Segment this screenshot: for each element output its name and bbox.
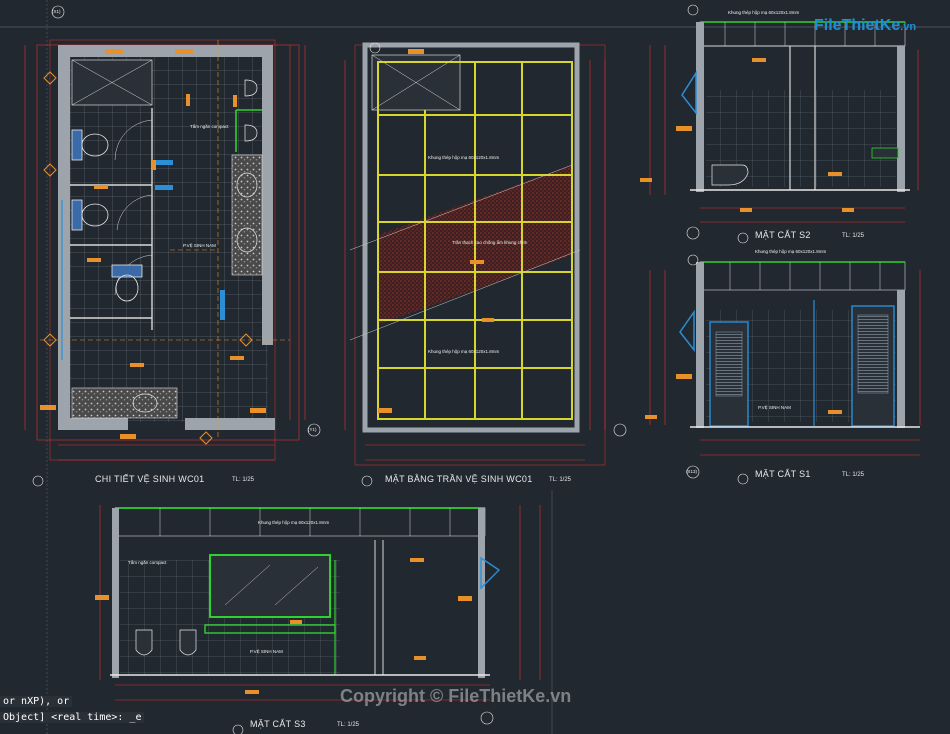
ceiling-plan[interactable] <box>344 42 627 487</box>
title-section-s1: MẶT CẮT S1 <box>755 469 811 479</box>
filethietke-logo: FileThietKe.vn <box>808 12 926 42</box>
note-partition: Tấm ngăn compact <box>190 124 229 129</box>
grid-label-x13: (X13) <box>686 469 698 474</box>
title-section-s3: MẶT CẮT S3 <box>250 719 306 729</box>
logo-text: FileThietKe <box>814 17 901 34</box>
note-pvc-plan: P.VỆ SINH NAM <box>183 243 216 248</box>
note-partition-s3: Tấm ngăn compact <box>128 560 167 565</box>
grid-label-x1: (X1) <box>52 9 61 14</box>
command-prompt[interactable]: Object] <real time>: _e <box>0 712 145 723</box>
note-ceiling-plaster: Trần thạch cao chống ẩm khung chìm <box>452 240 528 245</box>
note-frame-top: Khung thép hộp mạ 60x120x1.8mm <box>428 155 500 160</box>
logo-suffix: .vn <box>900 21 917 33</box>
command-history-line: or nXP), or <box>0 696 73 707</box>
title-wc01-detail: CHI TIẾT VỆ SINH WC01 <box>95 474 205 484</box>
scale-section-s1: TL: 1/25 <box>842 472 865 478</box>
section-s1[interactable] <box>645 254 921 485</box>
scale-wc01-detail: TL: 1/25 <box>232 477 255 483</box>
note-pvc-s3: P.VỆ SINH NAM <box>250 649 283 654</box>
note-pvc-s1: P.VỆ SINH NAM <box>758 405 791 410</box>
copyright-watermark: Copyright © FileThietKe.vn <box>340 686 572 706</box>
note-frame-s3: Khung thép hộp mạ 60x120x1.8mm <box>258 520 330 525</box>
scale-section-s3: TL: 1/25 <box>337 722 360 728</box>
scale-section-s2: TL: 1/25 <box>842 233 865 239</box>
note-frame-bottom: Khung thép hộp mạ 60x120x1.8mm <box>428 349 500 354</box>
drawing-canvas[interactable] <box>0 0 950 734</box>
title-ceiling-plan: MẶT BẰNG TRẦN VỆ SINH WC01 <box>385 474 533 484</box>
title-section-s2: MẶT CẮT S2 <box>755 230 811 240</box>
note-frame-s2: Khung thép hộp mạ 60x120x1.8mm <box>728 10 800 15</box>
wc01-detail-plan[interactable] <box>24 5 321 487</box>
scale-ceiling-plan: TL: 1/25 <box>549 477 572 483</box>
grid-label-y1: (Y1) <box>308 427 317 432</box>
note-frame-s1: Khung thép hộp mạ 60x120x1.8mm <box>755 249 827 254</box>
